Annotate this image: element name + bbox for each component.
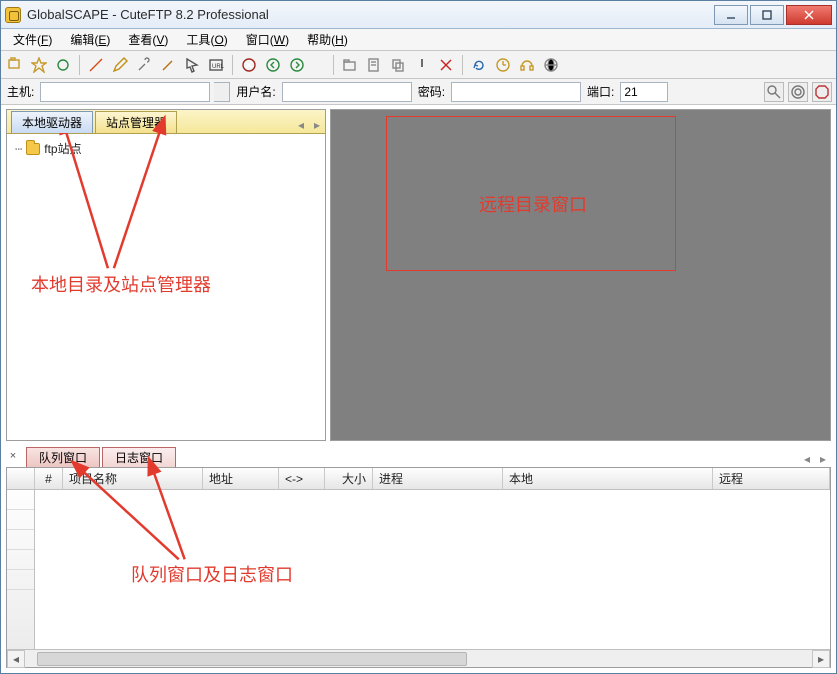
- scroll-left-icon[interactable]: ◂: [7, 650, 25, 668]
- remote-pane[interactable]: [330, 109, 831, 441]
- tab-site-manager[interactable]: 站点管理器: [95, 111, 177, 133]
- horizontal-scrollbar[interactable]: ◂ ▸: [7, 649, 830, 667]
- tab-scroll-right[interactable]: ▸: [309, 117, 325, 133]
- host-label: 主机:: [5, 83, 36, 100]
- tab-local-drives[interactable]: 本地驱动器: [11, 111, 93, 133]
- copy-icon[interactable]: [388, 55, 408, 75]
- alert-icon[interactable]: [412, 55, 432, 75]
- local-pane: 本地驱动器 站点管理器 ◂ ▸ ⋯ ftp站点: [6, 109, 326, 441]
- new-connection-icon[interactable]: [5, 55, 25, 75]
- menu-window[interactable]: 窗口(W): [238, 29, 297, 50]
- tab-log[interactable]: 日志窗口: [102, 447, 176, 467]
- headset-icon[interactable]: [517, 55, 537, 75]
- globe-icon[interactable]: [541, 55, 561, 75]
- username-input[interactable]: [282, 82, 412, 102]
- stop-icon[interactable]: [239, 55, 259, 75]
- scroll-right-icon[interactable]: ▸: [812, 650, 830, 668]
- stop-small-button[interactable]: [812, 82, 832, 102]
- forward-icon[interactable]: [287, 55, 307, 75]
- row-number-gutter: [7, 490, 35, 649]
- col-address[interactable]: 地址: [203, 468, 279, 489]
- back-icon[interactable]: [263, 55, 283, 75]
- schedule-icon[interactable]: [493, 55, 513, 75]
- select-icon[interactable]: [182, 55, 202, 75]
- folder-icon: [26, 143, 40, 155]
- tab-scroll-left[interactable]: ◂: [293, 117, 309, 133]
- col-item-name[interactable]: 项目名称: [63, 468, 203, 489]
- toolbar: URL: [1, 51, 836, 79]
- tab-queue[interactable]: 队列窗口: [26, 447, 100, 467]
- password-input[interactable]: [451, 82, 581, 102]
- quick-connect-icon[interactable]: [86, 55, 106, 75]
- user-label: 用户名:: [234, 83, 277, 100]
- window-title: GlobalSCAPE - CuteFTP 8.2 Professional: [27, 7, 714, 22]
- svg-text:URL: URL: [212, 64, 224, 70]
- new-folder-icon[interactable]: [340, 55, 360, 75]
- menubar: 文件(F) 编辑(E) 查看(V) 工具(O) 窗口(W) 帮助(H): [1, 29, 836, 51]
- menu-view[interactable]: 查看(V): [120, 29, 176, 50]
- col-remote[interactable]: 远程: [713, 468, 830, 489]
- close-button[interactable]: [786, 5, 832, 25]
- tree-root-label: ftp站点: [44, 140, 81, 157]
- settings-button[interactable]: [788, 82, 808, 102]
- bottom-tab-scroll-left[interactable]: ◂: [799, 451, 815, 467]
- host-input[interactable]: [40, 82, 210, 102]
- tree-root-item[interactable]: ⋯ ftp站点: [15, 140, 317, 157]
- connect-button[interactable]: [764, 82, 784, 102]
- menu-help[interactable]: 帮助(H): [299, 29, 356, 50]
- url-icon[interactable]: URL: [206, 55, 226, 75]
- delete-icon[interactable]: [436, 55, 456, 75]
- connection-bar: 主机: 用户名: 密码: 端口:: [1, 79, 836, 105]
- col-local[interactable]: 本地: [503, 468, 713, 489]
- menu-file[interactable]: 文件(F): [5, 29, 60, 50]
- menu-tools[interactable]: 工具(O): [178, 29, 235, 50]
- tools-icon[interactable]: [134, 55, 154, 75]
- app-icon: [5, 7, 21, 23]
- col-process[interactable]: 进程: [373, 468, 503, 489]
- bottom-tab-scroll-right[interactable]: ▸: [815, 451, 831, 467]
- queue-grid-body[interactable]: [7, 490, 830, 649]
- port-label: 端口:: [585, 83, 616, 100]
- properties-icon[interactable]: [364, 55, 384, 75]
- site-tree[interactable]: ⋯ ftp站点: [7, 134, 325, 440]
- maximize-button[interactable]: [750, 5, 784, 25]
- queue-grid: # 项目名称 地址 <-> 大小 进程 本地 远程 ◂: [6, 467, 831, 668]
- app-window: GlobalSCAPE - CuteFTP 8.2 Professional 文…: [0, 0, 837, 674]
- col-index[interactable]: #: [35, 468, 63, 489]
- minimize-button[interactable]: [714, 5, 748, 25]
- host-history-dropdown[interactable]: [214, 82, 230, 102]
- col-size[interactable]: 大小: [325, 468, 373, 489]
- port-input[interactable]: [620, 82, 668, 102]
- col-rowselector[interactable]: [7, 468, 35, 489]
- refresh-icon[interactable]: [469, 55, 489, 75]
- col-direction[interactable]: <->: [279, 468, 325, 489]
- connection-wizard-icon[interactable]: [29, 55, 49, 75]
- left-tab-bar: 本地驱动器 站点管理器 ◂ ▸: [7, 110, 325, 134]
- reconnect-icon[interactable]: [53, 55, 73, 75]
- pass-label: 密码:: [416, 83, 447, 100]
- titlebar: GlobalSCAPE - CuteFTP 8.2 Professional: [1, 1, 836, 29]
- edit-icon[interactable]: [110, 55, 130, 75]
- close-bottom-pane[interactable]: ×: [6, 449, 20, 463]
- scroll-thumb[interactable]: [37, 652, 467, 666]
- wand-icon[interactable]: [158, 55, 178, 75]
- menu-edit[interactable]: 编辑(E): [62, 29, 118, 50]
- queue-grid-header: # 项目名称 地址 <-> 大小 进程 本地 远程: [7, 468, 830, 490]
- dropdown-arrow-icon[interactable]: [317, 57, 327, 73]
- bottom-tab-bar: 队列窗口 日志窗口 ◂ ▸: [6, 445, 831, 467]
